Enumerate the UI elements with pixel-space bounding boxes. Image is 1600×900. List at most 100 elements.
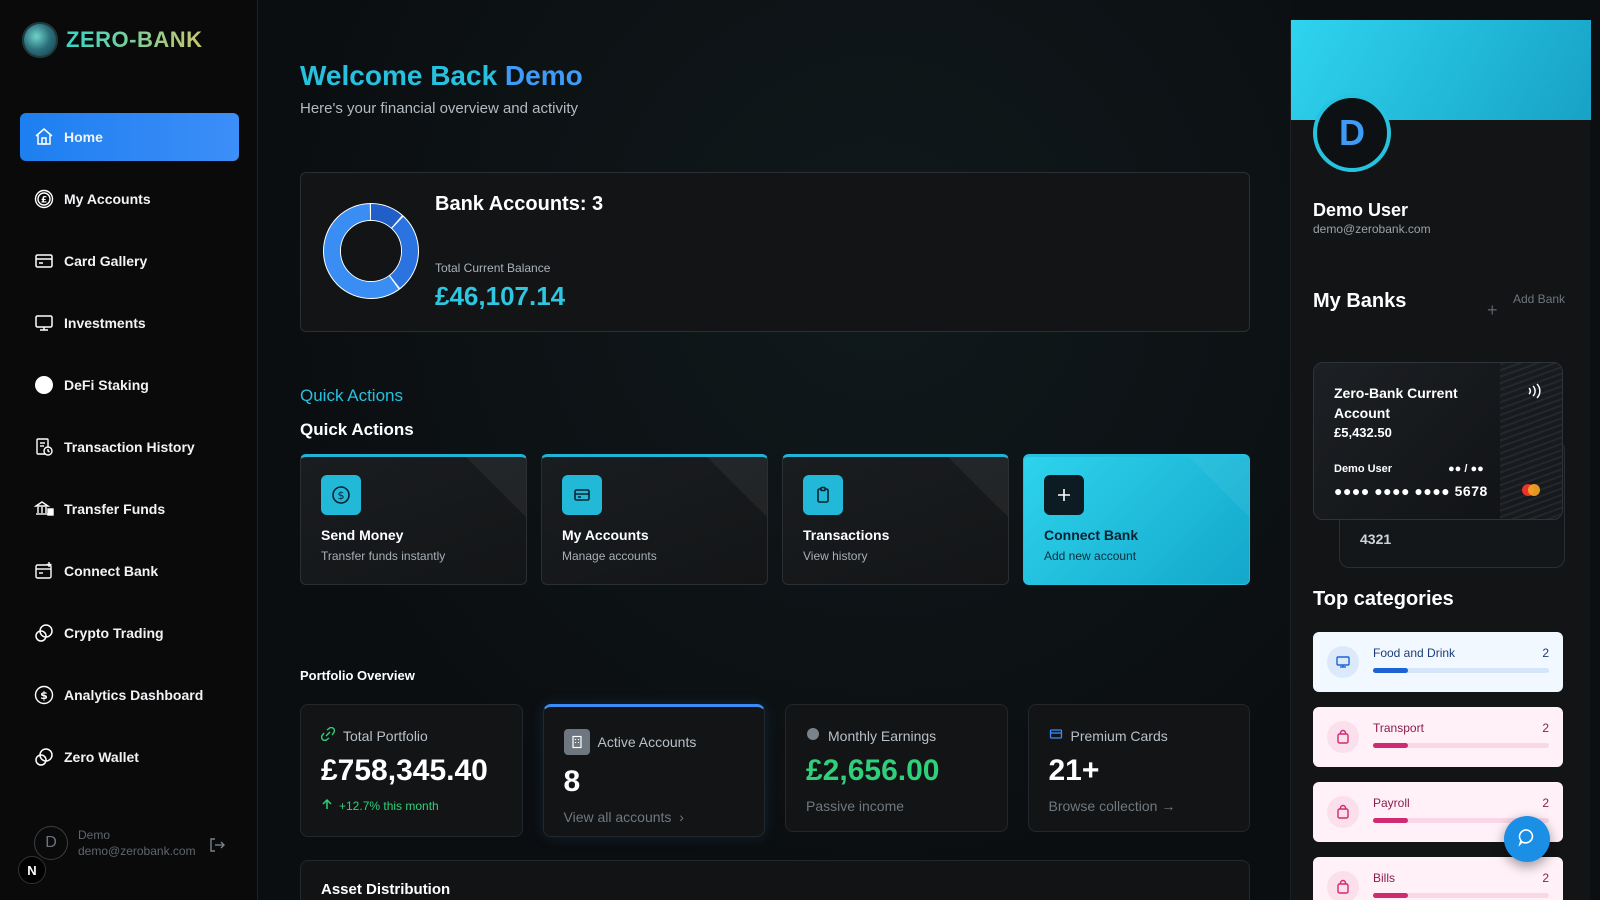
action-label: Connect Bank <box>1044 527 1139 543</box>
category-progress <box>1373 743 1549 748</box>
category-bills[interactable]: Bills 2 <box>1313 857 1563 900</box>
earnings-sub: Passive income <box>806 798 905 814</box>
action-label: Transactions <box>803 527 890 543</box>
sidebar-item-label: Transfer Funds <box>64 501 166 517</box>
sidebar-item-transfer-funds[interactable]: Transfer Funds <box>20 485 239 533</box>
category-label: Payroll <box>1373 796 1410 810</box>
accounts-donut-chart <box>323 203 419 299</box>
balance-card: Bank Accounts: 3 Total Current Balance £… <box>300 172 1250 332</box>
dollar-icon: $ <box>321 475 361 515</box>
sidebar-user-email: demo@zerobank.com <box>78 844 196 858</box>
main-content: Welcome Back Demo Here's your financial … <box>258 0 1290 900</box>
card-balance: £5,432.50 <box>1334 425 1392 440</box>
sidebar-item-transaction-history[interactable]: Transaction History <box>20 423 239 471</box>
monitor-icon <box>1327 646 1359 678</box>
category-progress <box>1373 893 1549 898</box>
transactions-action[interactable]: Transactions View history <box>782 454 1009 585</box>
profile-panel: D Demo User demo@zerobank.com My Banks +… <box>1290 20 1591 900</box>
bag-icon <box>1327 871 1359 900</box>
building-icon <box>563 729 590 755</box>
browse-collection-link[interactable]: Browse collection → <box>1049 798 1230 814</box>
card-label: Premium Cards <box>1070 727 1168 744</box>
sidebar-item-crypto-trading[interactable]: Crypto Trading <box>20 609 239 657</box>
card-label: Total Portfolio <box>343 727 428 744</box>
sidebar-item-label: Card Gallery <box>64 253 148 269</box>
app-logo[interactable]: ZERO-BANK <box>22 22 203 58</box>
monthly-earnings-card: Monthly Earnings £2,656.00 Passive incom… <box>785 704 1008 832</box>
sidebar-item-label: Zero Wallet <box>64 749 139 765</box>
action-sub: Manage accounts <box>562 549 657 563</box>
card-icon <box>562 475 602 515</box>
action-sub: Transfer funds instantly <box>321 549 446 563</box>
card-label: Active Accounts <box>597 734 697 750</box>
send-money-action[interactable]: $ Send Money Transfer funds instantly <box>300 454 527 585</box>
category-count: 2 <box>1542 646 1549 660</box>
total-portfolio-card: Total Portfolio £758,345.40 +12.7% this … <box>300 704 523 837</box>
my-accounts-action[interactable]: My Accounts Manage accounts <box>541 454 768 585</box>
connect-icon <box>34 561 54 581</box>
bank-card-primary[interactable]: Zero-Bank Current Account £5,432.50 Demo… <box>1313 362 1563 520</box>
sidebar-item-label: My Accounts <box>64 191 151 207</box>
monitor-icon <box>34 313 54 333</box>
premium-cards-card[interactable]: Premium Cards 21+ Browse collection → <box>1027 704 1250 832</box>
sidebar-item-label: Transaction History <box>64 439 195 455</box>
pound-coin-icon: £ <box>34 189 54 209</box>
sidebar-item-defi-staking[interactable]: DeFi Staking <box>20 361 239 409</box>
category-progress <box>1373 668 1549 673</box>
sidebar-item-label: Investments <box>64 315 146 331</box>
profile-name: Demo User <box>1313 200 1409 220</box>
sidebar-user[interactable]: D Demo demo@zerobank.com <box>34 826 196 860</box>
profile-avatar: D <box>1313 94 1391 172</box>
connect-bank-action[interactable]: Connect Bank Add new account <box>1023 454 1250 585</box>
welcome-name: Demo <box>504 60 583 91</box>
chat-button[interactable] <box>1504 816 1550 862</box>
card-last-digits: 4321 <box>1360 531 1392 547</box>
history-icon <box>34 437 54 457</box>
sidebar-avatar: D <box>34 826 68 860</box>
category-food-and-drink[interactable]: Food and Drink 2 <box>1313 632 1563 692</box>
app-name: ZERO-BANK <box>66 27 203 52</box>
category-label: Food and Drink <box>1373 646 1456 660</box>
category-transport[interactable]: Transport 2 <box>1313 707 1563 767</box>
sidebar-item-label: Home <box>64 129 103 145</box>
quick-actions: $ Send Money Transfer funds instantly My… <box>300 454 1250 585</box>
svg-text:£: £ <box>41 196 47 206</box>
crypto-icon <box>34 623 54 643</box>
sidebar-item-card-gallery[interactable]: Card Gallery <box>20 237 239 285</box>
dev-badge[interactable]: N <box>18 856 46 884</box>
circle-icon <box>34 375 54 395</box>
card-number: ●●●● ●●●● ●●●● 5678 <box>1334 483 1488 499</box>
credit-card-icon <box>34 251 54 271</box>
sidebar-item-zero-wallet[interactable]: Zero Wallet <box>20 733 239 781</box>
total-balance-value: £46,107.14 <box>435 281 566 311</box>
chat-icon <box>1517 827 1537 852</box>
arrow-up-icon <box>321 798 333 813</box>
logo-globe-icon <box>22 22 58 58</box>
active-accounts-card[interactable]: Active Accounts 8 View all accounts › <box>542 704 765 837</box>
category-count: 2 <box>1542 796 1549 810</box>
category-label: Transport <box>1373 721 1424 735</box>
premium-cards-value: 21+ <box>1048 754 1100 787</box>
action-sub: Add new account <box>1044 549 1137 563</box>
view-all-accounts-link[interactable]: View all accounts › <box>564 809 745 825</box>
sidebar-item-connect-bank[interactable]: Connect Bank <box>20 547 239 595</box>
sidebar-item-my-accounts[interactable]: £ My Accounts <box>20 175 239 223</box>
mastercard-icon <box>1520 483 1542 502</box>
add-bank-button[interactable]: Add Bank <box>1513 292 1565 306</box>
coin-icon <box>806 727 820 744</box>
sidebar-item-home[interactable]: Home <box>20 113 239 161</box>
action-label: Send Money <box>321 527 404 543</box>
welcome-prefix: Welcome Back <box>300 60 498 91</box>
link-icon <box>320 726 336 744</box>
sidebar-item-investments[interactable]: Investments <box>20 299 239 347</box>
card-icon <box>1049 727 1063 744</box>
bag-icon <box>1327 796 1359 828</box>
bank-accounts-count: Bank Accounts: 3 <box>435 193 604 215</box>
contactless-icon <box>1524 381 1544 406</box>
portfolio-overview: Total Portfolio £758,345.40 +12.7% this … <box>300 704 1250 837</box>
total-portfolio-value: £758,345.40 <box>321 754 488 787</box>
logout-icon[interactable] <box>208 836 226 859</box>
action-label: My Accounts <box>562 527 649 543</box>
plus-icon[interactable]: + <box>1487 300 1498 321</box>
sidebar-item-analytics-dashboard[interactable]: $ Analytics Dashboard <box>20 671 239 719</box>
